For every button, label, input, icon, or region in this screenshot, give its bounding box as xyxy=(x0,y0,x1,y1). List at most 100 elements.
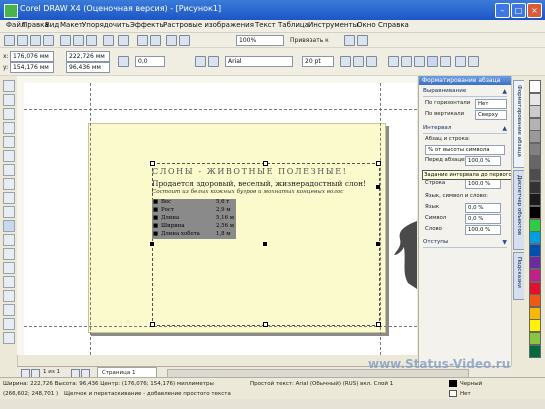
pick-tool-icon[interactable] xyxy=(3,80,15,92)
outline-color-swatch[interactable] xyxy=(449,390,457,397)
basic-shapes-tool-icon[interactable] xyxy=(3,206,15,218)
heading-text[interactable]: СЛОНЫ - ЖИВОТНЫЕ ПОЛЕЗНЫЕ! xyxy=(152,167,348,176)
options-icon[interactable] xyxy=(344,35,355,46)
palette-swatch[interactable] xyxy=(529,105,541,119)
italic-icon[interactable] xyxy=(353,56,364,67)
subtitle-text[interactable]: Продается здоровый, веселый, жизнерадост… xyxy=(152,179,366,188)
underline-icon[interactable] xyxy=(366,56,377,67)
dimension-tool-icon[interactable] xyxy=(3,248,15,260)
vertical-alignment-select[interactable]: Сверху xyxy=(475,110,507,120)
eyedropper-tool-icon[interactable] xyxy=(3,290,15,302)
palette-swatch[interactable] xyxy=(529,281,541,295)
language-spacing-field[interactable]: 0,0 % xyxy=(465,203,501,213)
polygon-tool-icon[interactable] xyxy=(3,192,15,204)
palette-swatch[interactable] xyxy=(529,206,541,219)
x-position-field[interactable]: 176,076 мм xyxy=(10,51,54,62)
guide-line-horizontal[interactable] xyxy=(24,109,417,110)
y-position-field[interactable]: 154,176 мм xyxy=(10,62,54,73)
corel-online-icon[interactable] xyxy=(357,35,368,46)
zoom-level-select[interactable]: 100% xyxy=(236,35,284,46)
selection-handle[interactable] xyxy=(376,242,380,246)
edit-text-icon[interactable] xyxy=(440,56,451,67)
before-paragraph-field[interactable]: 100,0 % xyxy=(465,156,501,166)
palette-swatch[interactable] xyxy=(529,231,541,245)
palette-swatch[interactable] xyxy=(529,319,541,333)
line-spacing-field[interactable]: 100,0 % xyxy=(465,179,501,189)
rectangle-tool-icon[interactable] xyxy=(3,164,15,176)
menu-bitmaps[interactable]: Растровые изображения xyxy=(163,21,254,29)
guide-line-vertical[interactable] xyxy=(380,83,381,355)
bullet-list[interactable]: ■ Вес 5,6 т ■ Рост 2,9 м ■ Длина 5,16 м ■ Ширин… xyxy=(152,199,236,239)
palette-swatch[interactable] xyxy=(529,218,541,232)
selection-handle[interactable] xyxy=(150,242,154,246)
selection-handle[interactable] xyxy=(376,161,381,166)
menu-effects[interactable]: Эффекты xyxy=(130,21,165,29)
palette-swatch[interactable] xyxy=(529,80,541,93)
description-text[interactable]: Состоит из белых кожных бугров и мохнаты… xyxy=(152,189,343,195)
rotation-field[interactable]: 0,0 xyxy=(135,56,165,67)
height-field[interactable]: 96,436 мм xyxy=(66,62,110,73)
print-icon[interactable] xyxy=(43,35,54,46)
menu-table[interactable]: Таблица xyxy=(278,21,309,29)
character-spacing-field[interactable]: 0,0 % xyxy=(465,214,501,224)
indents-section-header[interactable]: Отступы ▼ xyxy=(423,239,507,248)
width-field[interactable]: 222,726 мм xyxy=(66,51,110,62)
palette-swatch[interactable] xyxy=(529,130,541,144)
crop-tool-icon[interactable] xyxy=(3,108,15,120)
palette-swatch[interactable] xyxy=(529,256,541,270)
drawing-canvas[interactable]: СЛОНЫ - ЖИВОТНЫЕ ПОЛЕЗНЫЕ! Продается здо… xyxy=(24,83,417,355)
palette-swatch[interactable] xyxy=(529,193,541,207)
text-tool-icon[interactable] xyxy=(3,220,15,232)
paragraph-format-icon[interactable] xyxy=(427,56,438,67)
export-icon[interactable] xyxy=(150,35,161,46)
mirror-vertical-icon[interactable] xyxy=(208,56,219,67)
palette-swatch[interactable] xyxy=(529,168,541,182)
palette-swatch[interactable] xyxy=(529,344,541,358)
font-size-select[interactable]: 20 pt xyxy=(302,56,334,67)
spacing-section-header[interactable]: Интервал ▲ xyxy=(423,125,507,134)
fill-color-swatch[interactable] xyxy=(449,380,457,387)
maximize-button[interactable]: □ xyxy=(511,3,526,18)
save-icon[interactable] xyxy=(30,35,41,46)
welcome-screen-icon[interactable] xyxy=(179,35,190,46)
word-spacing-field[interactable]: 100,0 % xyxy=(465,225,501,235)
paste-icon[interactable] xyxy=(86,35,97,46)
selection-handle[interactable] xyxy=(263,322,268,327)
spacing-unit-select[interactable]: % от высоты символа xyxy=(425,145,505,155)
fill-tool-icon[interactable] xyxy=(3,318,15,330)
outline-tool-icon[interactable] xyxy=(3,304,15,316)
cut-icon[interactable] xyxy=(60,35,71,46)
app-launcher-icon[interactable] xyxy=(166,35,177,46)
bullet-list-icon[interactable] xyxy=(401,56,412,67)
palette-swatch[interactable] xyxy=(529,180,541,194)
freehand-tool-icon[interactable] xyxy=(3,136,15,148)
selection-handle[interactable] xyxy=(263,161,268,166)
palette-swatch[interactable] xyxy=(529,269,541,282)
menu-layout[interactable]: Макет xyxy=(60,21,83,29)
bold-icon[interactable] xyxy=(340,56,351,67)
menu-window[interactable]: Окно xyxy=(357,21,376,29)
menu-tools[interactable]: Инструменты xyxy=(308,21,358,29)
palette-swatch[interactable] xyxy=(529,155,541,169)
selection-handle[interactable] xyxy=(376,185,380,189)
align-icon[interactable] xyxy=(388,56,399,67)
close-button[interactable]: × xyxy=(527,3,542,18)
menu-arrange[interactable]: Упорядочить xyxy=(82,21,130,29)
palette-swatch[interactable] xyxy=(529,294,541,308)
palette-swatch[interactable] xyxy=(529,243,541,257)
palette-swatch[interactable] xyxy=(529,117,541,131)
palette-swatch[interactable] xyxy=(529,332,541,345)
smart-fill-tool-icon[interactable] xyxy=(3,150,15,162)
menu-view[interactable]: Вид xyxy=(45,21,59,29)
ellipse-tool-icon[interactable] xyxy=(3,178,15,190)
selection-handle[interactable] xyxy=(150,322,155,327)
new-document-icon[interactable] xyxy=(4,35,15,46)
menu-text[interactable]: Текст xyxy=(255,21,276,29)
palette-swatch[interactable] xyxy=(529,143,541,156)
selection-handle[interactable] xyxy=(150,161,155,166)
elephant-silhouette[interactable] xyxy=(392,221,417,291)
undo-icon[interactable] xyxy=(103,35,114,46)
import-icon[interactable] xyxy=(137,35,148,46)
shape-tool-icon[interactable] xyxy=(3,94,15,106)
palette-swatch[interactable] xyxy=(529,306,541,320)
